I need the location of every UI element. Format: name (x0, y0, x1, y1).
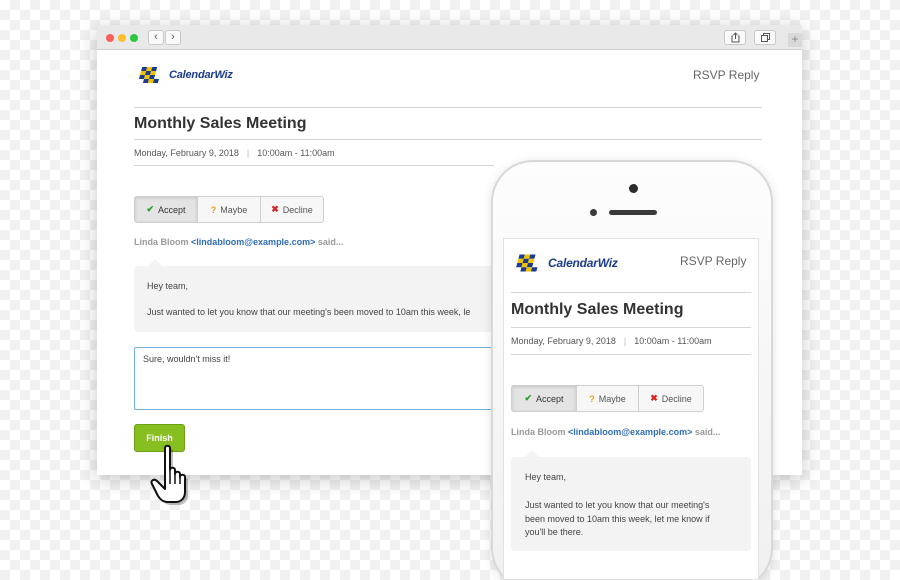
mobile-said-suffix: said... (694, 427, 721, 437)
mobile-sender-name: Linda Bloom (511, 427, 566, 437)
show-tabs-button[interactable] (754, 30, 776, 45)
event-date: Monday, February 9, 2018 (134, 148, 239, 158)
new-tab-button[interactable]: + (788, 33, 802, 47)
browser-titlebar: ‹ › (97, 25, 802, 50)
sender-email-link[interactable]: <lindabloom@example.com> (191, 237, 315, 247)
maybe-button[interactable]: ? Maybe (198, 197, 261, 222)
sender-name: Linda Bloom (134, 237, 189, 247)
logo-text: CalendarWiz (169, 69, 233, 81)
event-date-time: Monday, February 9, 2018 | 10:00am - 11:… (134, 148, 335, 158)
bubble-arrow (148, 259, 162, 266)
maybe-label: Maybe (220, 204, 248, 215)
decline-label: Decline (282, 204, 313, 215)
mobile-rsvp-reply-label: RSVP Reply (680, 254, 747, 268)
rsvp-button-group: ✔ Accept ? Maybe ✖ Decline (134, 196, 324, 223)
proximity-sensor (590, 209, 597, 216)
mobile-event-title: Monthly Sales Meeting (511, 301, 684, 318)
mobile-message-line: you'll be there. (525, 527, 584, 537)
date-separator: | (246, 148, 250, 158)
message-bubble: Hey team, Just wanted to let you know th… (134, 259, 496, 332)
mobile-accept-label: Accept (536, 393, 564, 404)
message-greeting: Hey team, (147, 281, 189, 291)
share-button[interactable] (724, 30, 746, 45)
message-body: Just wanted to let you know that our mee… (147, 307, 471, 317)
earpiece-speaker (609, 210, 657, 215)
title-divider (134, 139, 762, 140)
sender-line: Linda Bloom <lindabloom@example.com> sai… (134, 237, 343, 247)
question-icon: ? (210, 204, 217, 215)
event-title: Monthly Sales Meeting (134, 115, 307, 132)
front-camera (629, 184, 638, 193)
date-divider (134, 165, 494, 166)
mobile-title-divider (511, 327, 751, 328)
reply-text: Sure, wouldn't miss it! (143, 354, 231, 364)
reply-textarea[interactable]: Sure, wouldn't miss it! (134, 347, 496, 410)
mobile-logo-text: CalendarWiz (548, 256, 618, 270)
mobile-calendarwiz-logo[interactable]: CalendarWiz (514, 251, 618, 275)
forward-button[interactable]: › (165, 30, 181, 45)
mobile-sender-line: Linda Bloom <lindabloom@example.com> sai… (511, 427, 720, 437)
said-suffix: said... (317, 237, 344, 247)
mobile-header-divider (511, 292, 751, 293)
calendarwiz-logo[interactable]: CalendarWiz (137, 64, 233, 86)
mobile-maybe-button[interactable]: ? Maybe (577, 386, 639, 411)
header-divider (134, 107, 762, 108)
accept-button[interactable]: ✔ Accept (135, 197, 198, 222)
check-icon: ✔ (146, 204, 155, 214)
phone-screen: CalendarWiz RSVP Reply Monthly Sales Mee… (503, 238, 759, 580)
mobile-calendar-grid-icon (516, 254, 538, 272)
mobile-maybe-label: Maybe (598, 393, 626, 404)
hand-pointer-icon (150, 444, 188, 505)
mobile-message-body: Just wanted to let you know that our mee… (525, 499, 710, 540)
mobile-question-icon: ? (589, 393, 595, 404)
mobile-decline-label: Decline (661, 393, 692, 404)
minimize-window-button[interactable] (118, 34, 126, 42)
rsvp-reply-label: RSVP Reply (693, 68, 760, 82)
mobile-x-icon: ✖ (650, 393, 658, 403)
mobile-accept-button[interactable]: ✔ Accept (512, 386, 577, 411)
close-window-button[interactable] (106, 34, 114, 42)
mobile-message-line: Just wanted to let you know that our mee… (525, 500, 710, 510)
mobile-message-greeting: Hey team, (525, 472, 567, 482)
mobile-event-time: 10:00am - 11:00am (634, 336, 712, 346)
zoom-window-button[interactable] (130, 34, 138, 42)
event-time: 10:00am - 11:00am (257, 148, 335, 158)
calendar-grid-icon (138, 67, 159, 83)
mobile-decline-button[interactable]: ✖ Decline (639, 386, 703, 411)
back-button[interactable]: ‹ (148, 30, 164, 45)
mobile-bubble-arrow (525, 450, 539, 457)
accept-label: Accept (158, 204, 186, 215)
mobile-sender-email-link[interactable]: <lindabloom@example.com> (568, 427, 692, 437)
share-icon (731, 32, 740, 43)
x-icon: ✖ (271, 204, 279, 214)
mobile-event-date-time: Monday, February 9, 2018 | 10:00am - 11:… (511, 336, 712, 346)
mobile-event-date: Monday, February 9, 2018 (511, 336, 616, 346)
mobile-date-separator: | (623, 336, 627, 346)
mobile-check-icon: ✔ (524, 393, 533, 403)
mobile-message-bubble: Hey team, Just wanted to let you know th… (511, 450, 751, 551)
mobile-rsvp-button-group: ✔ Accept ? Maybe ✖ Decline (511, 385, 704, 412)
mobile-date-divider (511, 354, 751, 355)
tabs-icon (761, 33, 770, 42)
decline-button[interactable]: ✖ Decline (261, 197, 323, 222)
mobile-message-line: been moved to 10am this week, let me kno… (525, 513, 710, 524)
